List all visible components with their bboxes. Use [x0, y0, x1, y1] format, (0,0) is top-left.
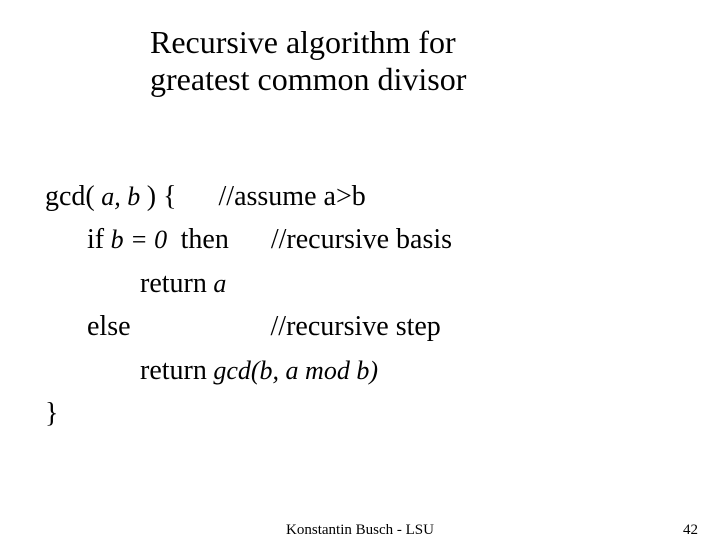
title-line-1: Recursive algorithm for	[150, 24, 590, 61]
text: }	[45, 398, 58, 429]
slide-title: Recursive algorithm for greatest common …	[150, 24, 590, 98]
text: ) {	[147, 181, 177, 212]
text: gcd(	[45, 181, 95, 212]
slide-body: gcd( a, b ) { //assume a>b if b = 0 then…	[45, 175, 665, 435]
code-line-1: gcd( a, b ) { //assume a>b	[45, 175, 665, 218]
math: gcd(b, a mod b)	[207, 356, 378, 385]
slide-number: 42	[683, 522, 698, 539]
comment: //assume a>b	[219, 181, 366, 212]
math: a	[207, 269, 227, 298]
text: return	[140, 355, 207, 386]
text: else	[87, 311, 131, 342]
math: a, b	[95, 182, 147, 211]
comment: //recursive step	[271, 311, 441, 342]
math: b = 0	[104, 225, 174, 254]
code-line-3: return a	[45, 262, 665, 305]
code-line-2: if b = 0 then //recursive basis	[45, 218, 665, 261]
text: then	[181, 224, 229, 255]
footer-author: Konstantin Busch - LSU	[0, 522, 720, 539]
title-line-2: greatest common divisor	[150, 61, 590, 98]
code-line-4: else //recursive step	[45, 305, 665, 348]
text: if	[87, 224, 104, 255]
code-line-6: }	[45, 392, 665, 435]
slide: Recursive algorithm for greatest common …	[0, 0, 720, 540]
text: return	[140, 268, 207, 299]
comment: //recursive basis	[271, 224, 452, 255]
code-line-5: return gcd(b, a mod b)	[45, 349, 665, 392]
